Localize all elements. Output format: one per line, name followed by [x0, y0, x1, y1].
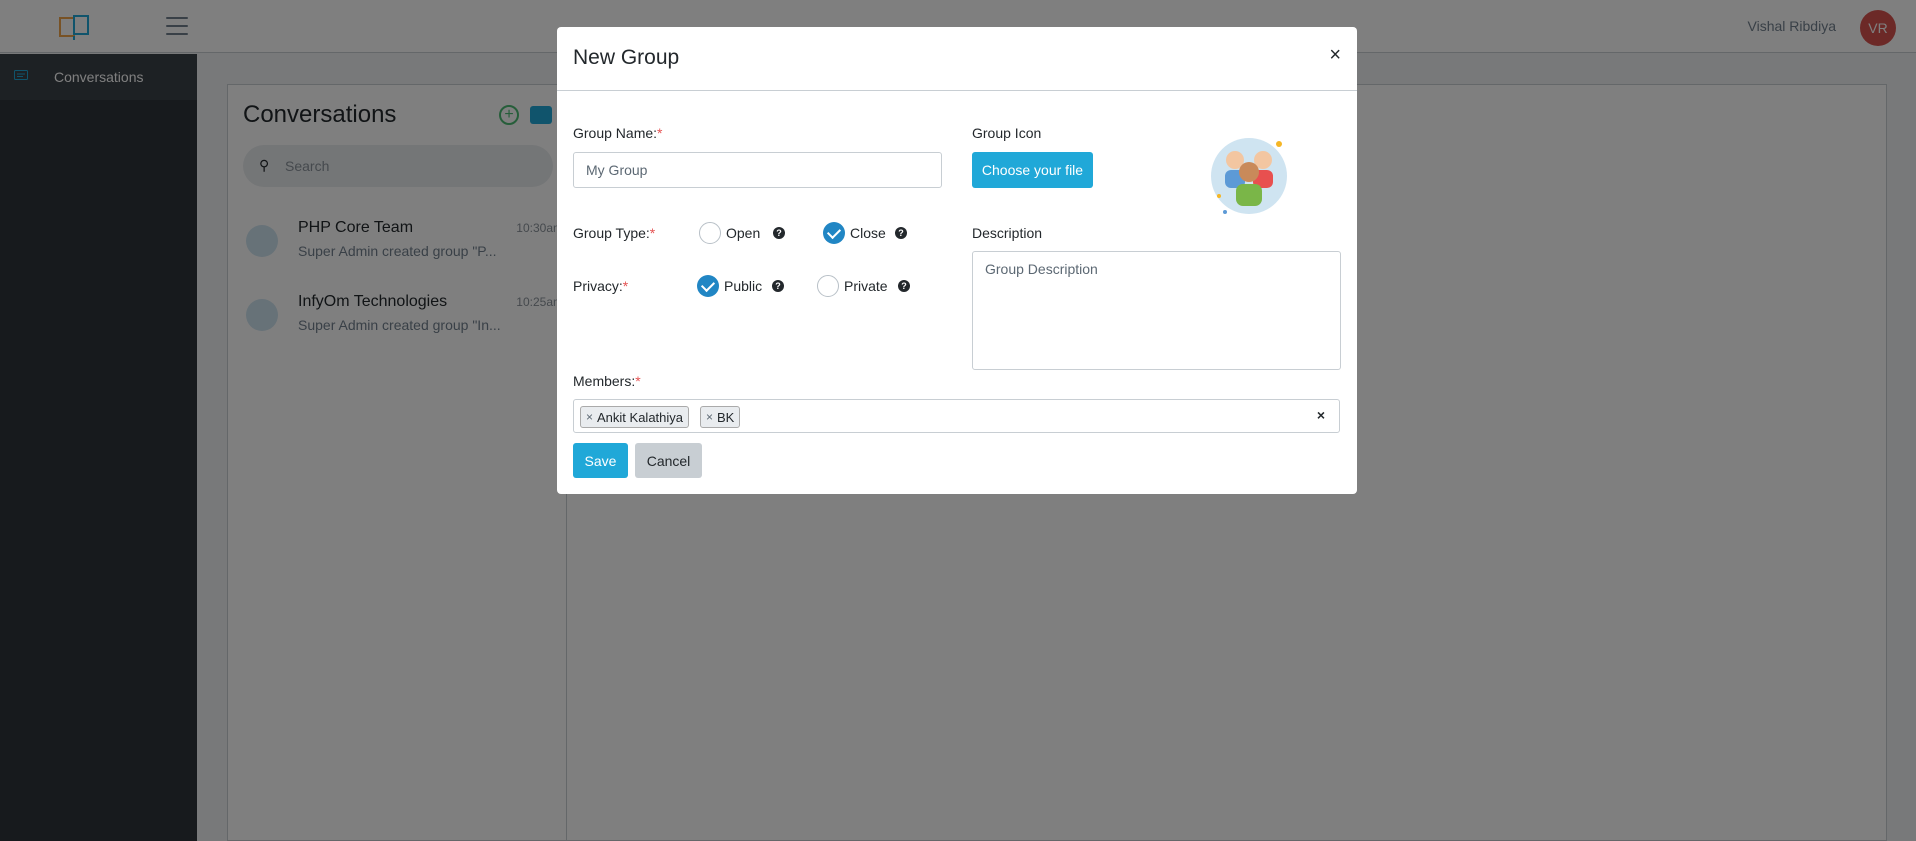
group-type-label-text: Group Type: — [573, 225, 650, 241]
privacy-label: Privacy:* — [573, 278, 628, 294]
remove-tag-icon[interactable]: × — [586, 410, 593, 424]
modal-title: New Group — [573, 46, 680, 69]
help-icon[interactable]: ? — [895, 227, 907, 239]
members-label-text: Members: — [573, 373, 636, 389]
privacy-public-radio[interactable] — [697, 275, 719, 297]
remove-tag-icon[interactable]: × — [706, 410, 713, 424]
members-label: Members:* — [573, 373, 641, 389]
save-button[interactable]: Save — [573, 443, 628, 478]
group-type-label: Group Type:* — [573, 225, 655, 241]
member-tag-label: BK — [717, 409, 735, 425]
help-icon[interactable]: ? — [773, 227, 785, 239]
required-marker: * — [649, 225, 656, 241]
new-group-modal: New Group × Group Name:* My Group Group … — [557, 27, 1357, 494]
required-marker: * — [635, 373, 641, 389]
modal-header: New Group × — [557, 27, 1357, 91]
group-type-close-label[interactable]: Close — [850, 225, 886, 241]
group-name-input[interactable]: My Group — [573, 152, 942, 188]
group-type-open-label[interactable]: Open — [726, 225, 760, 241]
required-marker: * — [622, 278, 629, 294]
member-tag-label: Ankit Kalathiya — [597, 409, 684, 425]
close-icon[interactable]: × — [1329, 45, 1341, 65]
group-name-label: Group Name:* — [573, 125, 663, 141]
description-textarea[interactable]: Group Description — [972, 251, 1341, 370]
privacy-public-label[interactable]: Public — [724, 278, 762, 294]
privacy-private-label[interactable]: Private — [844, 278, 888, 294]
required-marker: * — [657, 125, 663, 141]
help-icon[interactable]: ? — [898, 280, 910, 292]
member-tag[interactable]: × Ankit Kalathiya — [580, 406, 690, 428]
group-type-open-radio[interactable] — [699, 222, 721, 244]
group-name-label-text: Group Name: — [573, 125, 658, 141]
group-type-close-radio[interactable] — [823, 222, 845, 244]
members-select[interactable]: × Ankit Kalathiya × BK × — [573, 399, 1340, 433]
privacy-label-text: Privacy: — [573, 278, 623, 294]
description-label: Description — [972, 225, 1043, 241]
group-avatar-preview-icon — [1211, 138, 1287, 214]
cancel-button[interactable]: Cancel — [635, 443, 702, 478]
member-tag[interactable]: × BK — [700, 406, 741, 428]
clear-members-icon[interactable]: × — [1317, 407, 1325, 423]
group-icon-label: Group Icon — [972, 125, 1042, 141]
choose-file-button[interactable]: Choose your file — [972, 152, 1093, 188]
privacy-private-radio[interactable] — [817, 275, 839, 297]
help-icon[interactable]: ? — [772, 280, 784, 292]
